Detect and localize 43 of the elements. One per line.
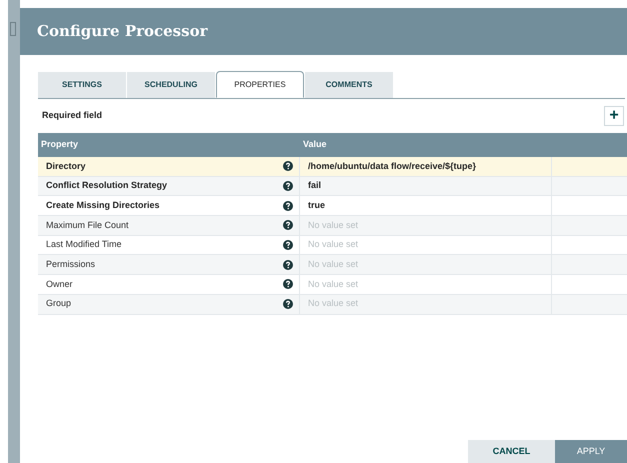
tab[interactable]: COMMENTS bbox=[305, 72, 393, 98]
property-name: Maximum File Count bbox=[46, 218, 129, 232]
help-icon[interactable] bbox=[283, 161, 293, 172]
column-header: Value bbox=[302, 138, 327, 152]
help-icon[interactable] bbox=[283, 181, 293, 192]
tab[interactable]: PROPERTIES bbox=[216, 71, 304, 98]
property-name: Group bbox=[46, 297, 72, 310]
help-icon[interactable] bbox=[283, 220, 293, 230]
property-name: Permissions bbox=[46, 258, 96, 272]
property-row[interactable]: Group No value set bbox=[38, 294, 627, 314]
help-icon[interactable] bbox=[283, 200, 293, 211]
frame-icon bbox=[10, 22, 16, 36]
property-value: No value set bbox=[308, 278, 358, 291]
property-name: Owner bbox=[46, 278, 73, 291]
property-value: fail bbox=[308, 179, 322, 192]
tab[interactable]: SETTINGS bbox=[38, 72, 126, 98]
property-value: No value set bbox=[308, 218, 358, 232]
property-value: No value set bbox=[308, 297, 358, 310]
help-icon[interactable] bbox=[283, 260, 293, 270]
dialog-title: Configure Processor bbox=[37, 21, 208, 42]
add-property-button[interactable]: + bbox=[604, 106, 624, 126]
help-icon[interactable] bbox=[283, 299, 293, 310]
property-row[interactable]: Directory /home/ubuntu/data flow/receive/${tupe} bbox=[38, 157, 627, 177]
property-name: Create Missing Directories bbox=[46, 198, 160, 212]
dialog-button[interactable]: CANCEL bbox=[468, 440, 555, 463]
property-value: /home/ubuntu/data flow/receive/${tupe} bbox=[308, 160, 476, 173]
property-row[interactable]: Last Modified Time No value set bbox=[38, 236, 627, 256]
property-row[interactable]: Maximum File Count No value set bbox=[38, 216, 627, 236]
tab[interactable]: SCHEDULING bbox=[127, 72, 215, 98]
property-row[interactable]: Conflict Resolution Strategy fail bbox=[38, 176, 627, 196]
property-row[interactable]: Owner No value set bbox=[38, 275, 627, 295]
property-value: No value set bbox=[308, 258, 358, 272]
required-field-label: Required field bbox=[41, 109, 102, 122]
property-name: Directory bbox=[46, 160, 86, 173]
help-icon[interactable] bbox=[283, 279, 293, 290]
property-name: Conflict Resolution Strategy bbox=[46, 179, 168, 192]
property-row[interactable]: Create Missing Directories true bbox=[38, 196, 627, 216]
property-value: No value set bbox=[308, 238, 358, 252]
property-value: true bbox=[308, 198, 326, 212]
column-header: Property bbox=[40, 138, 80, 152]
property-row[interactable]: Permissions No value set bbox=[38, 255, 627, 276]
property-name: Last Modified Time bbox=[46, 238, 122, 252]
help-icon[interactable] bbox=[283, 240, 293, 250]
